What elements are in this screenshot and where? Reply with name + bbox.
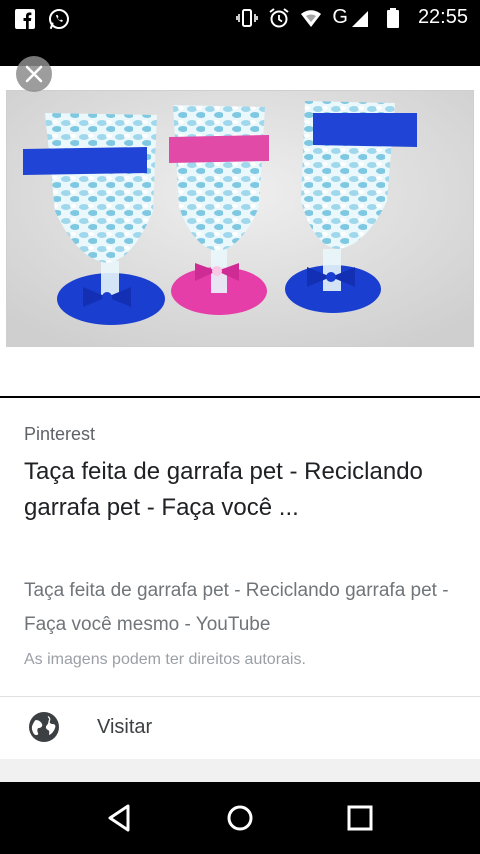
- recents-icon[interactable]: [344, 802, 376, 834]
- pink-cup: [169, 105, 269, 315]
- image-viewer: [0, 40, 480, 398]
- notification-icons: [14, 8, 70, 30]
- signal-icon: [351, 10, 368, 27]
- battery-icon: [386, 7, 399, 28]
- home-icon[interactable]: [224, 802, 256, 834]
- clock: 22:55: [417, 6, 468, 28]
- close-button[interactable]: [16, 56, 52, 92]
- source-label: Pinterest: [24, 424, 96, 444]
- visit-label: Visitar: [97, 716, 153, 738]
- back-icon[interactable]: [104, 802, 136, 834]
- result-card: Pinterest Taça feita de garrafa pet - Re…: [0, 398, 480, 782]
- image-panel: [0, 66, 480, 396]
- copyright-notice: As imagens podem ter direitos autorais.: [24, 651, 306, 668]
- whatsapp-icon: [49, 9, 69, 29]
- navigation-bar: [0, 782, 480, 854]
- visit-button[interactable]: Visitar: [0, 697, 480, 759]
- status-bar: G 22:55: [0, 0, 480, 40]
- alarm-icon: [269, 7, 289, 27]
- vibrate-icon: [236, 8, 259, 27]
- card-footer-band: [0, 759, 480, 782]
- result-title[interactable]: Taça feita de garrafa pet - Reciclando g…: [24, 454, 454, 526]
- facebook-icon: [15, 9, 35, 29]
- close-icon: [25, 65, 43, 83]
- wifi-icon: [301, 9, 322, 27]
- globe-icon: [29, 712, 59, 742]
- cups-illustration: [7, 91, 473, 346]
- result-description: Taça feita de garrafa pet - Reciclando g…: [24, 580, 449, 635]
- system-icons: G 22:55: [236, 6, 468, 29]
- result-image[interactable]: [6, 90, 474, 347]
- network-type: G: [332, 6, 348, 28]
